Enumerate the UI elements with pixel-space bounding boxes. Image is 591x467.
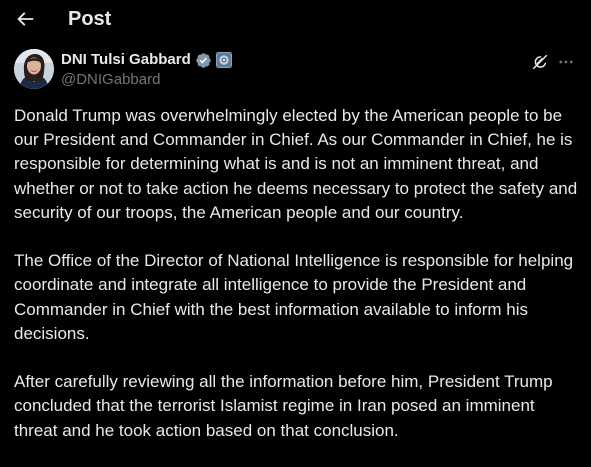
grok-icon <box>532 54 548 70</box>
post-text: Donald Trump was overwhelmingly elected … <box>14 104 582 467</box>
post-paragraph: After carefully reviewing all the inform… <box>14 372 553 440</box>
grok-button[interactable] <box>530 52 550 72</box>
arrow-left-icon <box>17 12 34 26</box>
name-row: DNI Tulsi Gabbard <box>61 50 232 70</box>
display-name[interactable]: DNI Tulsi Gabbard <box>61 50 191 70</box>
post-author: DNI Tulsi Gabbard @DNIGabbard <box>14 48 574 92</box>
avatar[interactable] <box>14 49 54 89</box>
page-title: Post <box>68 8 112 30</box>
more-options-button[interactable] <box>556 52 576 72</box>
top-bar: Post <box>0 0 591 40</box>
government-affiliation-icon[interactable] <box>215 52 232 68</box>
verified-badge-icon[interactable] <box>195 52 212 69</box>
post-paragraph: The Office of the Director of National I… <box>14 251 574 343</box>
more-dots-icon <box>559 60 573 64</box>
post-paragraph: Donald Trump was overwhelmingly elected … <box>14 106 578 222</box>
back-button[interactable] <box>12 6 38 32</box>
avatar-image <box>14 49 54 89</box>
user-handle[interactable]: @DNIGabbard <box>61 70 160 90</box>
